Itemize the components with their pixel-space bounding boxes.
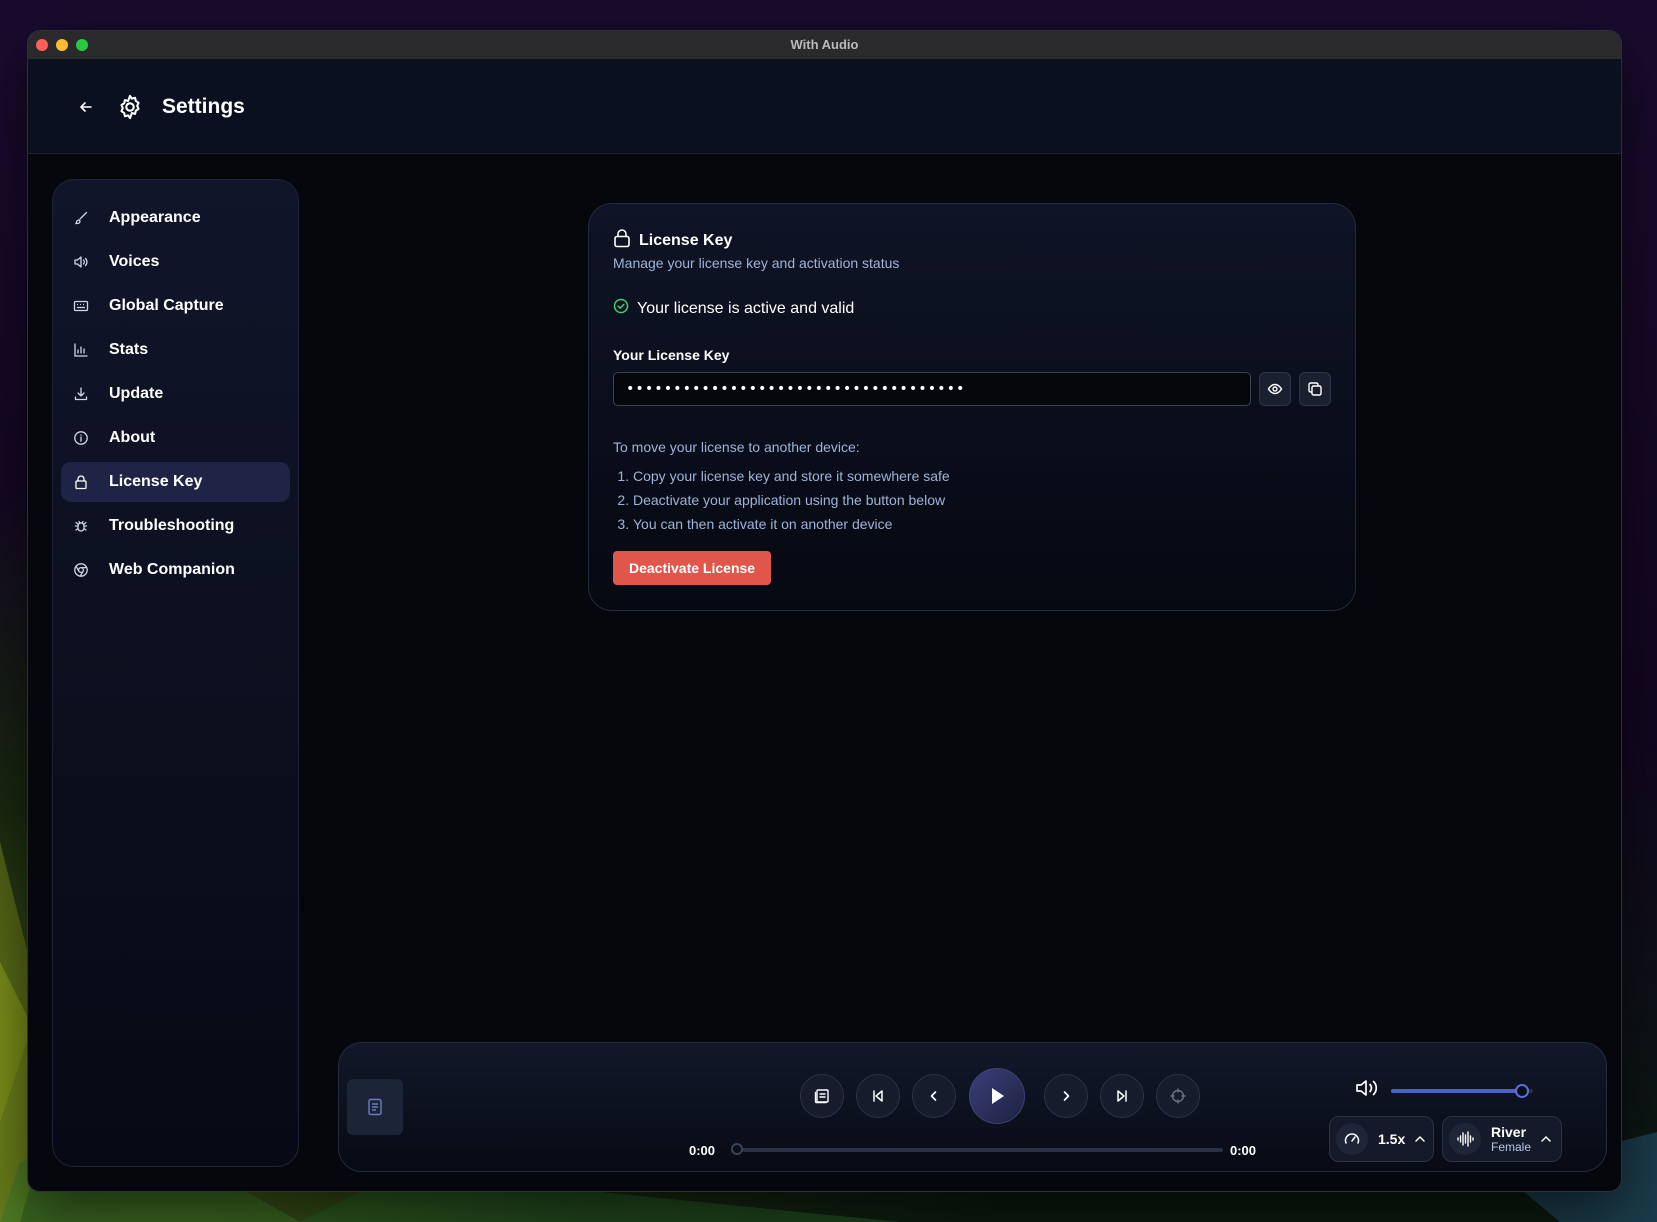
- chevron-up-icon: [1541, 1130, 1551, 1148]
- sidebar-item-about[interactable]: About: [61, 418, 290, 458]
- license-card-subtitle: Manage your license key and activation s…: [613, 255, 900, 271]
- keyboard-icon: [73, 298, 89, 314]
- move-license-heading: To move your license to another device:: [613, 439, 860, 455]
- audio-player: 0:00 0:00 1.5x River Female: [338, 1042, 1607, 1172]
- volume-slider[interactable]: [1391, 1084, 1533, 1098]
- captions-button[interactable]: [800, 1074, 844, 1118]
- title-bar: With Audio: [28, 31, 1621, 60]
- back-button[interactable]: [74, 95, 98, 119]
- lock-icon: [613, 228, 631, 253]
- sidebar-item-label: Voices: [109, 253, 160, 270]
- voice-info: River Female: [1491, 1124, 1531, 1154]
- sidebar-item-troubleshooting[interactable]: Troubleshooting: [61, 506, 290, 546]
- locate-button[interactable]: [1156, 1074, 1200, 1118]
- chevron-left-icon: [930, 1091, 937, 1101]
- speaker-icon: [73, 254, 89, 270]
- settings-sidebar: Appearance Voices Global Capture Stats U…: [52, 179, 299, 1167]
- settings-nav: Appearance Voices Global Capture Stats U…: [53, 180, 298, 590]
- window-title: With Audio: [790, 37, 859, 52]
- waveform-icon: [1449, 1123, 1481, 1155]
- license-card-header: License Key: [613, 228, 732, 253]
- sidebar-item-web-companion[interactable]: Web Companion: [61, 550, 290, 590]
- sidebar-item-label: Global Capture: [109, 297, 224, 314]
- sidebar-item-label: License Key: [109, 473, 203, 490]
- app-window: With Audio Settings Appearance Voices Gl…: [28, 31, 1621, 1191]
- sidebar-item-voices[interactable]: Voices: [61, 242, 290, 282]
- text-icon: [814, 1089, 829, 1104]
- skip-forward-icon: [1117, 1090, 1127, 1102]
- show-key-button[interactable]: [1259, 372, 1291, 406]
- copy-icon: [1308, 382, 1322, 396]
- settings-header: Settings: [28, 60, 1621, 154]
- volume-handle[interactable]: [1514, 1084, 1529, 1098]
- play-icon: [992, 1088, 1004, 1104]
- chrome-icon: [73, 562, 89, 578]
- sidebar-item-label: Appearance: [109, 209, 201, 226]
- check-circle-icon: [613, 298, 629, 319]
- volume-icon: [1356, 1080, 1378, 1096]
- brush-icon: [73, 210, 89, 226]
- speedometer-icon: [1336, 1123, 1368, 1155]
- eye-icon: [1267, 383, 1283, 395]
- sidebar-item-label: Web Companion: [109, 561, 235, 578]
- voice-name: River: [1491, 1124, 1527, 1140]
- document-button[interactable]: [347, 1079, 403, 1135]
- previous-sentence-button[interactable]: [912, 1074, 956, 1118]
- license-key-field[interactable]: ••••••••••••••••••••••••••••••••••••: [613, 372, 1251, 406]
- skip-forward-button[interactable]: [1100, 1074, 1144, 1118]
- document-icon: [368, 1098, 382, 1116]
- sidebar-item-label: Update: [109, 385, 164, 402]
- sidebar-item-global-capture[interactable]: Global Capture: [61, 286, 290, 326]
- total-time: 0:00: [1230, 1143, 1257, 1158]
- move-license-steps: Copy your license key and store it somew…: [613, 464, 950, 536]
- speed-selector[interactable]: 1.5x: [1329, 1116, 1434, 1162]
- license-key-label: Your License Key: [613, 347, 730, 363]
- sidebar-item-stats[interactable]: Stats: [61, 330, 290, 370]
- play-button[interactable]: [969, 1068, 1025, 1124]
- skip-back-button[interactable]: [856, 1074, 900, 1118]
- seek-handle[interactable]: [731, 1143, 743, 1155]
- license-status: Your license is active and valid: [613, 298, 854, 319]
- chart-icon: [73, 342, 89, 358]
- sidebar-item-label: Stats: [109, 341, 149, 358]
- sidebar-item-license-key[interactable]: License Key: [61, 462, 290, 502]
- chevron-up-icon: [1415, 1130, 1425, 1148]
- license-card-title: License Key: [639, 231, 733, 249]
- chevron-right-icon: [1063, 1091, 1070, 1101]
- gear-icon: [116, 93, 144, 121]
- sidebar-item-update[interactable]: Update: [61, 374, 290, 414]
- seek-bar[interactable]: [737, 1148, 1223, 1152]
- info-icon: [73, 430, 89, 446]
- copy-key-button[interactable]: [1299, 372, 1331, 406]
- list-item: Copy your license key and store it somew…: [633, 464, 950, 488]
- arrow-left-icon: [80, 101, 92, 112]
- deactivate-license-button[interactable]: Deactivate License: [613, 551, 772, 585]
- volume-button[interactable]: [1355, 1077, 1379, 1104]
- bug-icon: [73, 518, 89, 534]
- sidebar-item-label: Troubleshooting: [109, 517, 235, 534]
- crosshair-icon: [1170, 1088, 1186, 1104]
- download-icon: [73, 386, 89, 402]
- voice-selector[interactable]: River Female: [1442, 1116, 1562, 1162]
- current-time: 0:00: [689, 1143, 716, 1158]
- volume-level: [1391, 1089, 1522, 1093]
- license-card: License Key Manage your license key and …: [588, 203, 1356, 611]
- page-title: Settings: [162, 94, 245, 118]
- sidebar-item-appearance[interactable]: Appearance: [61, 198, 290, 238]
- license-status-text: Your license is active and valid: [637, 299, 855, 317]
- voice-gender: Female: [1491, 1140, 1532, 1154]
- next-sentence-button[interactable]: [1044, 1074, 1088, 1118]
- speed-value: 1.5x: [1378, 1131, 1406, 1147]
- sidebar-item-label: About: [109, 429, 156, 446]
- list-item: You can then activate it on another devi…: [633, 512, 950, 536]
- skip-back-icon: [873, 1090, 883, 1102]
- lock-icon: [73, 474, 89, 490]
- list-item: Deactivate your application using the bu…: [633, 488, 950, 512]
